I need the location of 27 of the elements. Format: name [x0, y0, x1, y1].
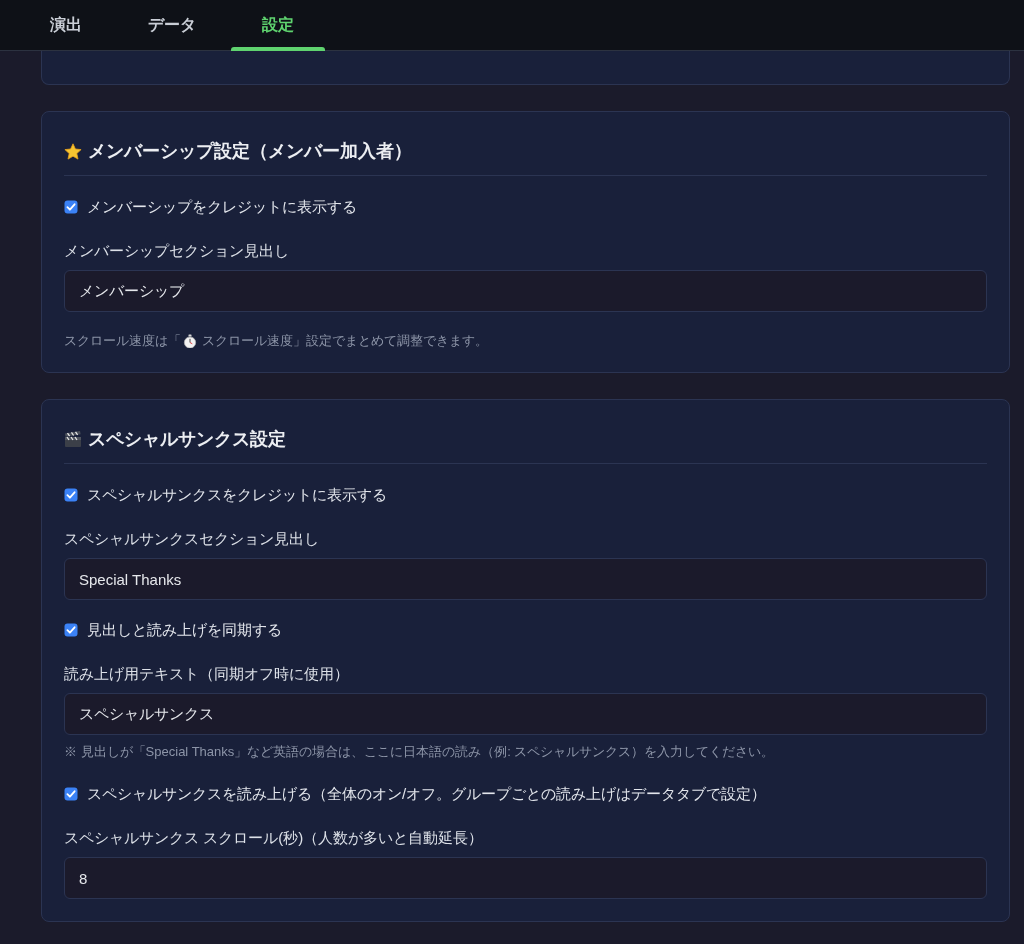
section-title: メンバーシップ設定（メンバー加入者）: [88, 140, 412, 163]
field-note: ※ 見出しが「Special Thanks」など英語の場合は、ここに日本語の読み（例: スペシャルサンクス）を入力してください。: [64, 743, 776, 761]
checkbox-label[interactable]: スペシャルサンクスをクレジットに表示する: [87, 485, 387, 505]
text-input[interactable]: メンバーシップ: [64, 270, 987, 312]
hint-text: スクロール速度」設定でまとめて調整できます。: [202, 332, 488, 350]
text-input[interactable]: スペシャルサンクス: [64, 693, 987, 735]
field-label: スペシャルサンクスセクション見出し: [64, 529, 320, 549]
field-label: スペシャルサンクス スクロール(秒)（人数が多いと自動延長）: [64, 828, 485, 848]
clapperboard-icon: [64, 430, 82, 448]
tab[interactable]: 設定: [231, 0, 325, 50]
section-title: スペシャルサンクス設定: [88, 428, 286, 451]
text-input[interactable]: Special Thanks: [64, 558, 987, 600]
checkbox[interactable]: [64, 200, 78, 214]
field-label: メンバーシップセクション見出し: [64, 241, 290, 261]
checkbox-label[interactable]: スペシャルサンクスを読み上げる（全体のオン/オフ。グループごとの読み上げはデータタブで設定）: [87, 784, 767, 804]
tab[interactable]: データ: [117, 0, 227, 50]
star-icon: [64, 142, 82, 160]
tab[interactable]: 演出: [19, 0, 113, 50]
stopwatch-icon: [183, 333, 197, 349]
checkbox-label[interactable]: メンバーシップをクレジットに表示する: [87, 197, 357, 217]
hint-text: スクロール速度は「: [64, 332, 181, 350]
checkbox-label[interactable]: 見出しと読み上げを同期する: [87, 620, 282, 640]
checkbox[interactable]: [64, 488, 78, 502]
checkbox[interactable]: [64, 787, 78, 801]
checkbox[interactable]: [64, 623, 78, 637]
field-label: 読み上げ用テキスト（同期オフ時に使用）: [64, 664, 350, 684]
text-input[interactable]: 8: [64, 857, 987, 899]
